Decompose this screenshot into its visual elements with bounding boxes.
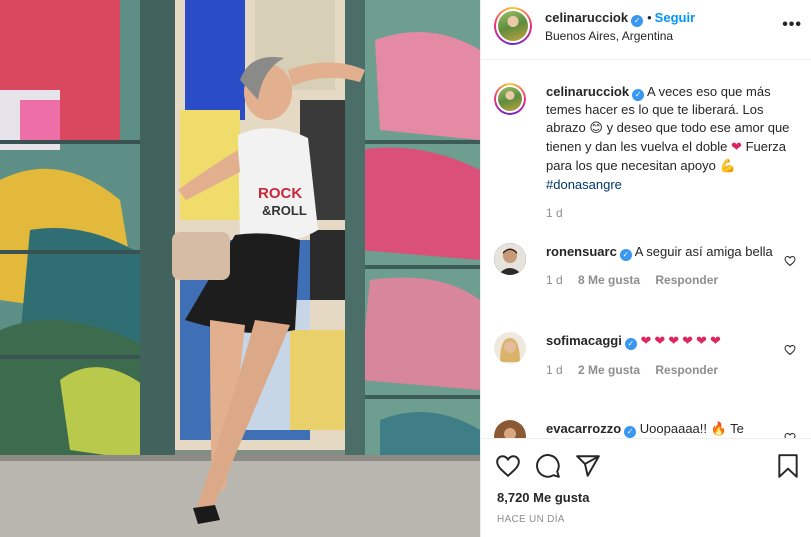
comment-likes[interactable]: 8 Me gusta bbox=[578, 273, 640, 287]
caption-username[interactable]: celinarucciok bbox=[546, 84, 629, 99]
more-icon[interactable]: ••• bbox=[782, 16, 802, 34]
author-avatar[interactable] bbox=[494, 7, 532, 45]
comment-meta: 1 d 2 Me gusta Responder bbox=[546, 363, 800, 377]
comments-section[interactable]: celinarucciok ✓ A veces eso que más temes… bbox=[481, 61, 811, 438]
comment-item: ronensuarc ✓ A seguir así amiga bella 1 d… bbox=[494, 243, 800, 287]
photo-illustration: ROCK &ROLL bbox=[0, 0, 480, 537]
comment-icon[interactable] bbox=[535, 453, 561, 479]
comment-avatar[interactable] bbox=[494, 420, 526, 438]
reply-button[interactable]: Responder bbox=[655, 273, 718, 287]
muscle-emoji: 💪 bbox=[719, 159, 736, 174]
comment-text: ronensuarc ✓ A seguir así amiga bella bbox=[546, 243, 800, 261]
comment-item: evacarrozzo ✓ Uoopaaaa!! 🔥 Te bbox=[494, 420, 800, 438]
comment-like-icon[interactable] bbox=[784, 344, 796, 356]
svg-text:ROCK: ROCK bbox=[258, 185, 302, 202]
comment-meta: 1 d 8 Me gusta Responder bbox=[546, 273, 800, 287]
reply-button[interactable]: Responder bbox=[655, 363, 718, 377]
comment-text: sofimacaggi ✓ ❤❤❤❤❤❤ bbox=[546, 332, 800, 351]
verified-icon: ✓ bbox=[624, 426, 637, 438]
comment-text: evacarrozzo ✓ Uoopaaaa!! 🔥 Te bbox=[546, 420, 800, 438]
comment-username[interactable]: sofimacaggi bbox=[546, 333, 622, 348]
likes-count[interactable]: 8,720 Me gusta bbox=[497, 490, 590, 505]
hashtag-link[interactable]: #donasangre bbox=[546, 177, 622, 192]
caption-meta: 1 d bbox=[546, 206, 800, 220]
verified-icon: ✓ bbox=[619, 249, 632, 261]
verified-icon: ✓ bbox=[632, 89, 645, 101]
comment-body: ❤❤❤❤❤❤ bbox=[640, 334, 724, 349]
heart-icon[interactable] bbox=[495, 453, 521, 479]
svg-text:&ROLL: &ROLL bbox=[262, 203, 307, 218]
comment-likes[interactable]: 2 Me gusta bbox=[578, 363, 640, 377]
comment-avatar[interactable] bbox=[494, 332, 526, 364]
author-line: celinarucciok ✓ • Seguir bbox=[545, 10, 695, 27]
comment-item: sofimacaggi ✓ ❤❤❤❤❤❤ 1 d 2 Me gusta Respo… bbox=[494, 332, 800, 377]
caption-time: 1 d bbox=[546, 206, 563, 220]
post-header: celinarucciok ✓ • Seguir Buenos Aires, Arge… bbox=[481, 0, 811, 60]
comment-avatar[interactable] bbox=[494, 243, 526, 275]
follow-button[interactable]: Seguir bbox=[655, 10, 695, 25]
separator-dot: • bbox=[647, 10, 652, 25]
heart-emoji: ❤ bbox=[731, 140, 742, 155]
location-link[interactable]: Buenos Aires, Argentina bbox=[545, 29, 673, 43]
caption-avatar[interactable] bbox=[494, 83, 526, 115]
comment-time: 1 d bbox=[546, 363, 563, 377]
comment-like-icon[interactable] bbox=[784, 255, 796, 267]
bookmark-icon[interactable] bbox=[775, 453, 801, 479]
comment-body: A seguir así amiga bella bbox=[634, 244, 773, 259]
share-icon[interactable] bbox=[575, 453, 601, 479]
post-panel: celinarucciok ✓ • Seguir Buenos Aires, Arge… bbox=[480, 0, 811, 537]
caption: celinarucciok ✓ A veces eso que más temes… bbox=[494, 83, 800, 220]
comment-time: 1 d bbox=[546, 273, 563, 287]
comment-body: Uoopaaaa!! 🔥 Te bbox=[639, 421, 744, 436]
smile-emoji: 😊 bbox=[589, 121, 603, 136]
verified-icon: ✓ bbox=[624, 338, 637, 350]
post-actions: 8,720 Me gusta HACE UN DÍA bbox=[481, 438, 811, 537]
comment-username[interactable]: ronensuarc bbox=[546, 244, 617, 259]
verified-icon: ✓ bbox=[631, 15, 644, 27]
comment-username[interactable]: evacarrozzo bbox=[546, 421, 621, 436]
post-photo[interactable]: ROCK &ROLL bbox=[0, 0, 480, 537]
author-username[interactable]: celinarucciok bbox=[545, 10, 628, 25]
post-time[interactable]: HACE UN DÍA bbox=[497, 514, 565, 525]
caption-text: celinarucciok ✓ A veces eso que más temes… bbox=[546, 83, 800, 194]
